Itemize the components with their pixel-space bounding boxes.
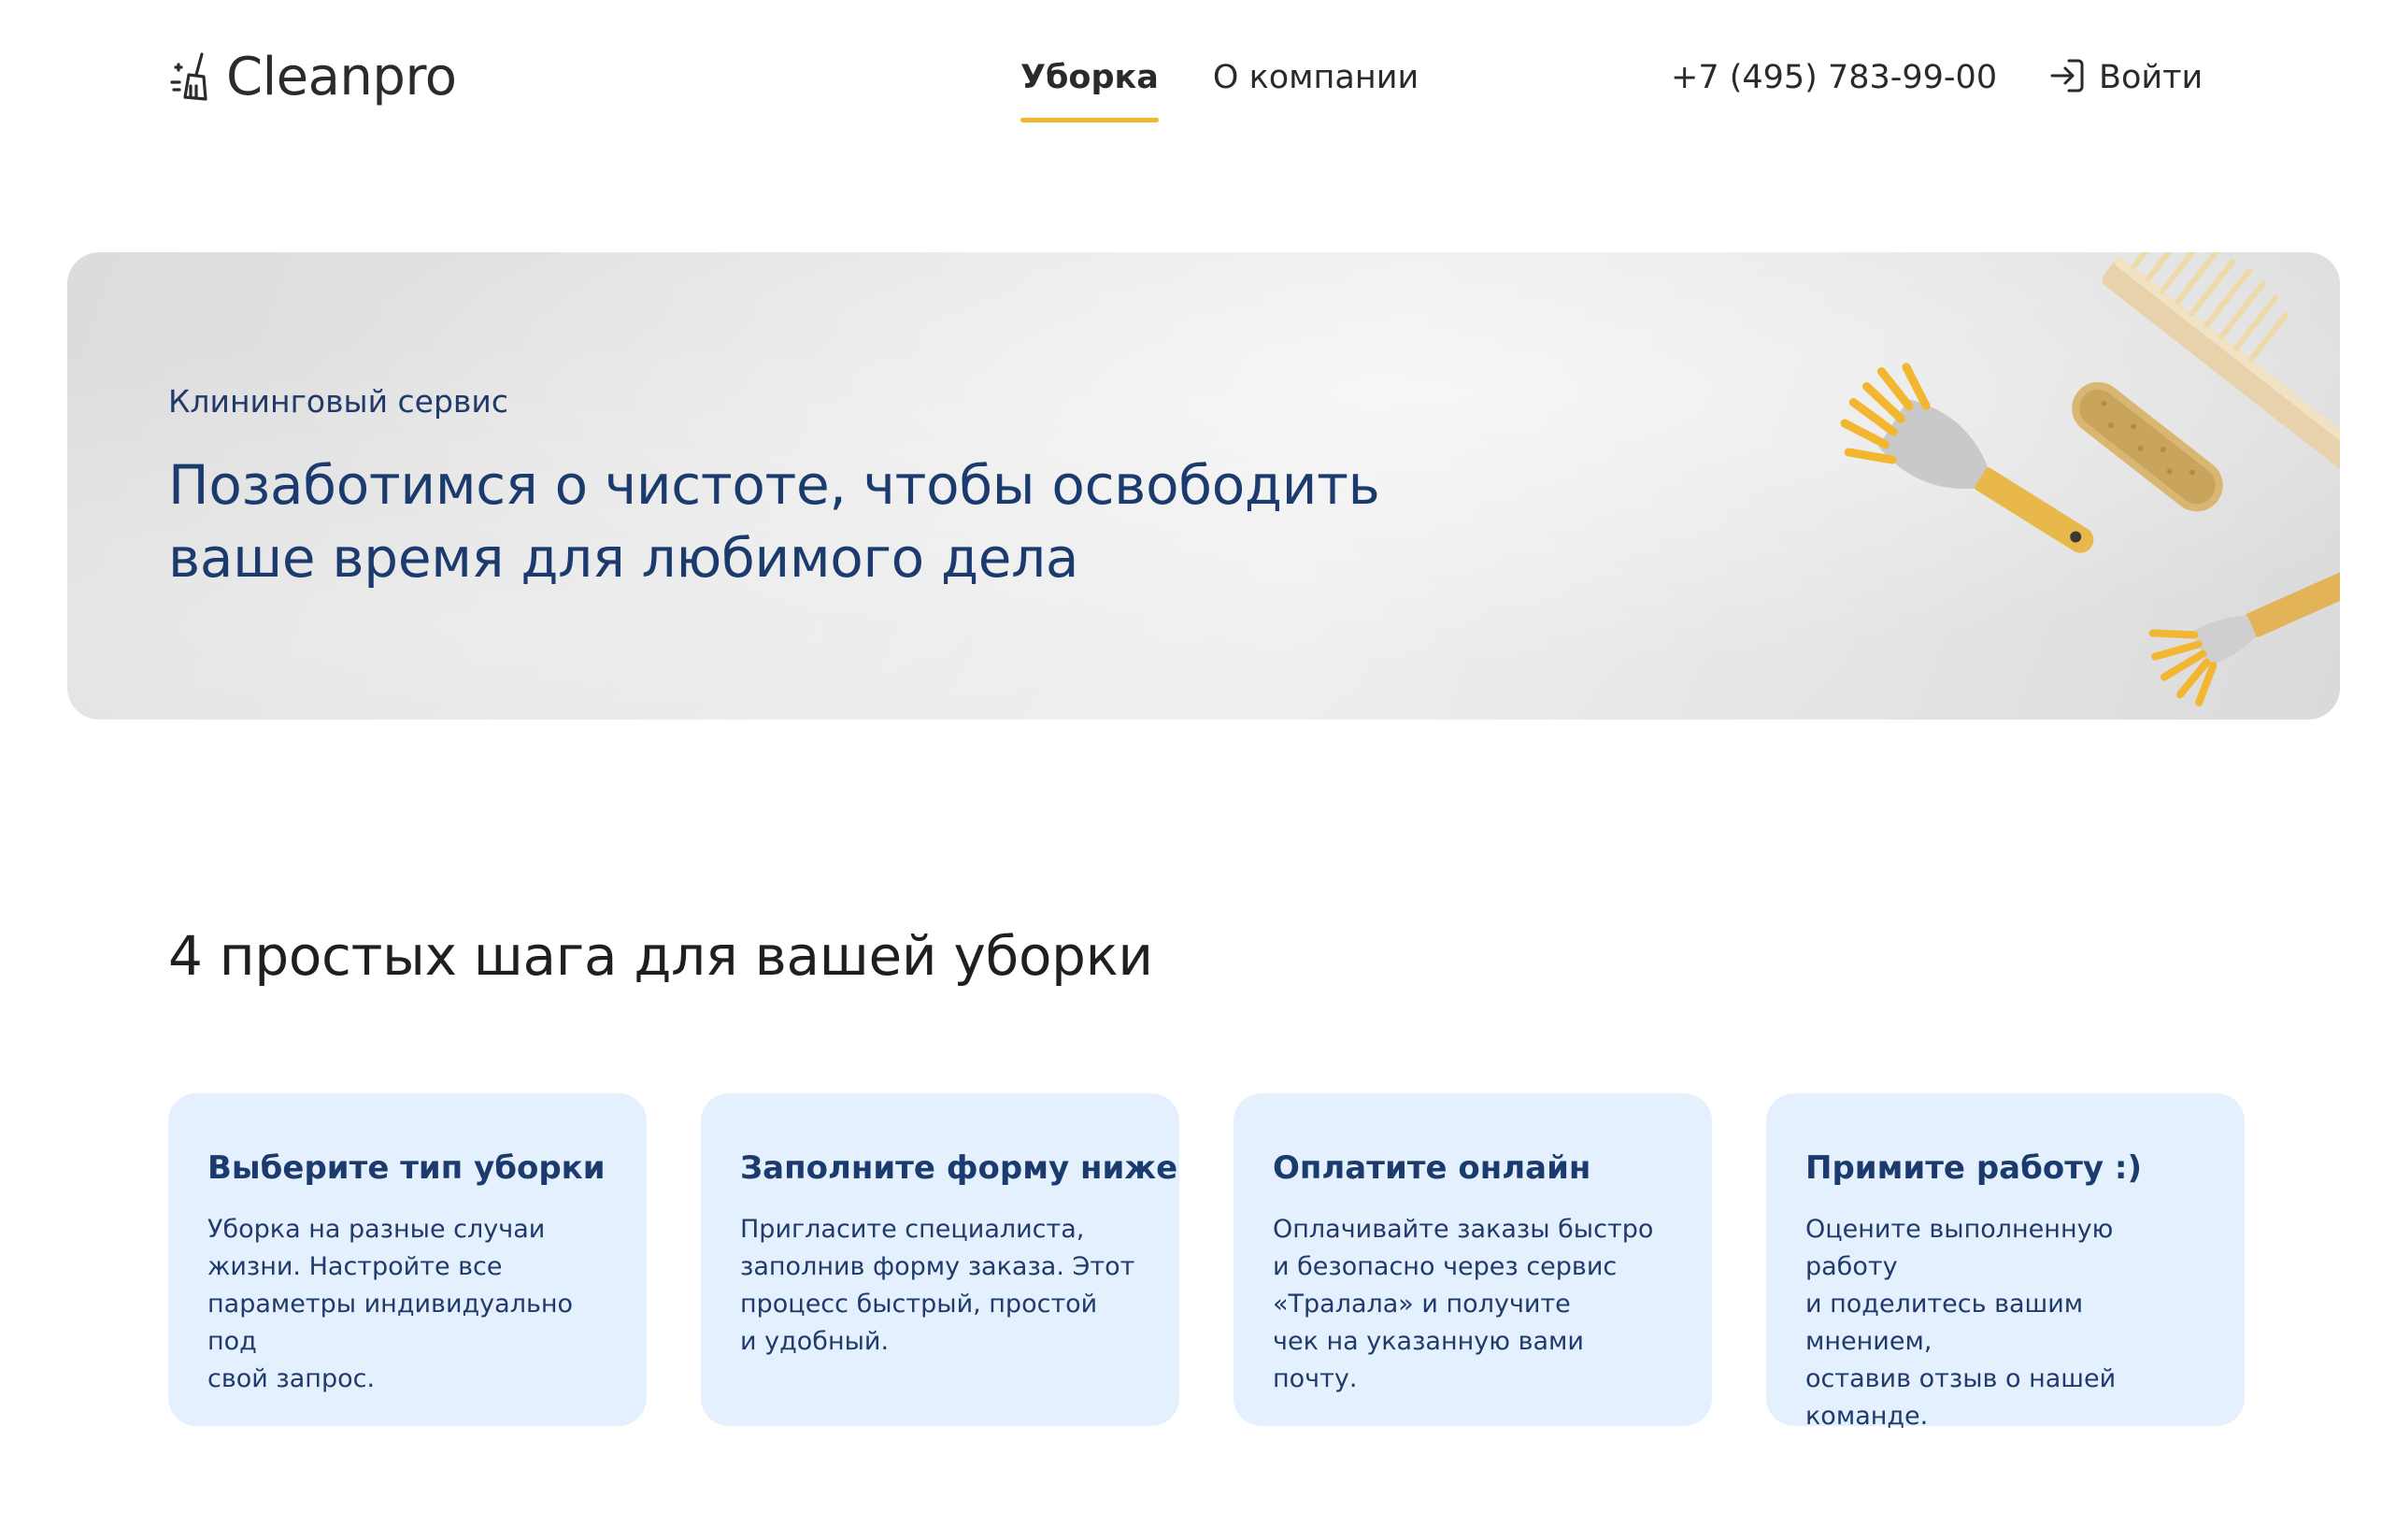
step-card-title: Примите работу :) <box>1805 1149 2143 1187</box>
hero-title: Позаботимся о чистоте, чтобы освободить … <box>168 453 1380 590</box>
brushes-illustration <box>1840 252 2340 706</box>
step-card: Выберите тип уборки Уборка на разные слу… <box>168 1093 647 1426</box>
login-button[interactable]: Войти <box>2048 54 2203 101</box>
steps-cards: Выберите тип уборки Уборка на разные слу… <box>168 1093 2245 1431</box>
site-header: Cleanpro Уборка О компании +7 (495) 783-… <box>0 0 2396 159</box>
step-card-title: Выберите тип уборки <box>207 1149 606 1187</box>
step-card: Заполните форму ниже Пригласите специали… <box>701 1093 1179 1426</box>
main-nav: Уборка О компании <box>1020 54 1419 122</box>
step-card-text: Пригласите специалиста, заполнив форму з… <box>740 1215 1135 1356</box>
hero-subtitle: Клининговый сервис <box>168 383 508 420</box>
phone-link[interactable]: +7 (495) 783-99-00 <box>1671 54 1997 101</box>
step-card: Оплатите онлайн Оплачивайте заказы быстр… <box>1234 1093 1712 1426</box>
sign-in-icon <box>2048 57 2086 98</box>
logo-text: Cleanpro <box>226 47 457 107</box>
step-card: Примите работу :) Оцените выполненную ра… <box>1766 1093 2245 1431</box>
step-card-title: Заполните форму ниже <box>740 1149 1178 1187</box>
logo-link[interactable]: Cleanpro <box>168 45 457 110</box>
step-card-text: Оплачивайте заказы быстро и безопасно че… <box>1273 1215 1654 1393</box>
steps-heading: 4 простых шага для вашей уборки <box>168 924 1153 988</box>
hero-banner: Клининговый сервис Позаботимся о чистоте… <box>67 252 2340 720</box>
nav-item-cleaning[interactable]: Уборка <box>1020 54 1159 122</box>
step-card-text: Оцените выполненную работу и поделитесь … <box>1805 1215 2117 1431</box>
step-card-text: Уборка на разные случаи жизни. Настройте… <box>207 1215 574 1393</box>
login-label: Войти <box>2099 59 2203 96</box>
step-card-title: Оплатите онлайн <box>1273 1149 1591 1187</box>
nav-item-about[interactable]: О компании <box>1213 54 1419 101</box>
broom-icon <box>168 50 217 105</box>
